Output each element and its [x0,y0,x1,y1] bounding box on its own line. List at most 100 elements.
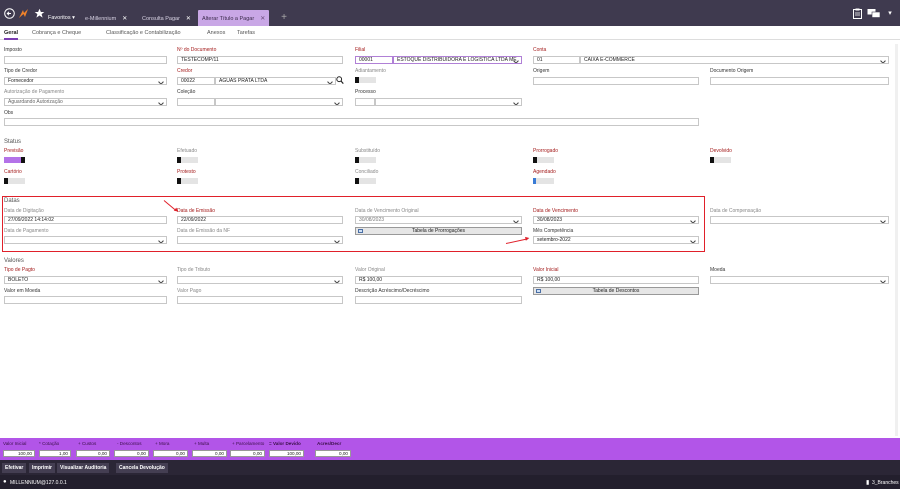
total-label: Acres/Decr [317,441,342,446]
cartorio-label: Cartório [4,169,22,175]
credor-label: Credor [177,68,193,74]
tab-consulta-pagar[interactable]: Consulta Pagar ✕ [138,10,195,26]
efetivar-button[interactable]: Efetivar [2,463,27,473]
total-label: - Descontos [117,441,142,446]
credor-name-select[interactable]: AGUAS PRATA LTDA [215,77,336,85]
emissao-label: Data de Emissão [177,208,216,214]
tab-cobranca[interactable]: Cobrança e Cheque [32,30,81,36]
documento-input[interactable]: TESTECOMP/11 [177,56,343,64]
vencimento-select[interactable]: 30/08/2023 [533,216,699,224]
close-icon[interactable]: ✕ [260,16,265,22]
agendado-toggle[interactable] [533,178,554,184]
tipo-tributo-select[interactable] [177,276,343,284]
vencimento-original-label: Data de Vencimento Original [355,208,419,214]
add-tab-icon[interactable]: + [278,11,290,23]
valor-inicial-input[interactable]: R$ 100,00 [533,276,699,284]
substituido-toggle[interactable] [355,157,376,163]
total-value: 0,00 [153,450,188,457]
vencimento-original-select[interactable]: 30/08/2023 [355,216,522,224]
status-bar: ● MILLENNIUM@127.0.0.1 ▮ 3_Branches [0,475,900,489]
documento-origem-input[interactable] [710,77,889,85]
colecao-select[interactable] [215,98,343,106]
efetuado-toggle[interactable] [177,157,198,163]
total-value[interactable]: 1,00 [39,450,71,457]
total-value: 0,00 [230,450,265,457]
valor-moeda-input[interactable] [4,296,167,304]
tab-alterar-titulo[interactable]: Alterar Título a Pagar ✕ [198,10,270,26]
descontos-button[interactable]: Tabela de Descontos [533,287,699,295]
tab-tarefas[interactable]: Tarefas [237,30,255,36]
autorizacao-select[interactable]: Aguardando Autorização [4,98,167,106]
agendado-label: Agendado [533,169,556,175]
prorrogacoes-button[interactable]: Tabela de Prorrogações [355,227,522,235]
close-icon[interactable]: ✕ [186,16,191,22]
filial-name-select[interactable]: ESTOQUE DISTRIBUIDORA E LOGISTICA LTDA M… [393,56,522,64]
tipo-credor-select[interactable]: Fornecedor [4,77,167,85]
prorrogado-toggle[interactable] [533,157,554,163]
imprimir-button[interactable]: Imprimir [29,463,56,473]
tipo-credor-label: Tipo de Credor [4,68,38,74]
total-label: + Parcelamento [232,441,265,446]
autorizacao-label: Autorização de Pagamento [4,89,65,95]
conta-code-input[interactable]: 01 [533,56,580,64]
favorites-menu[interactable]: Favoritos ▾ [44,10,79,26]
status-section-title: Status [4,139,22,145]
conciliado-toggle[interactable] [355,178,376,184]
adiantamento-toggle[interactable] [355,77,376,83]
compensacao-label: Data de Compensação [710,208,762,214]
tab-anexos[interactable]: Anexos [207,30,225,36]
imposto-input[interactable] [4,56,167,64]
efetuado-label: Efetuado [177,148,198,154]
digitacao-input[interactable]: 27/09/2022 14:14:02 [4,216,167,224]
devolvido-toggle[interactable] [710,157,731,163]
menu-chevron-icon[interactable]: ▾ [884,7,896,19]
emissao-input[interactable]: 22/09/2022 [177,216,343,224]
search-icon[interactable] [336,76,344,87]
cancela-devolucao-button[interactable]: Cancela Devolução [116,463,168,473]
filial-label: Filial [355,47,366,53]
conta-label: Conta [533,47,547,53]
valor-original-input[interactable]: R$ 100,00 [355,276,522,284]
valores-section-title: Valores [4,258,24,264]
moeda-select[interactable] [710,276,889,284]
tab-classificacao[interactable]: Classificação e Contabilização [106,30,181,36]
descricao-acrescimo-input[interactable] [355,296,522,304]
user-icon: ● [3,479,7,485]
tab-geral[interactable]: Geral [4,30,19,40]
origem-input[interactable] [533,77,699,85]
descontos-button-label: Tabela de Descontos [592,288,640,294]
close-icon[interactable]: ✕ [122,16,127,22]
valor-moeda-label: Valor em Moeda [4,288,41,294]
colecao-code-input[interactable] [177,98,215,106]
total-label: + Custos [78,441,97,446]
tipo-pagto-select[interactable]: BOLETO [4,276,167,284]
obs-input[interactable] [4,118,699,126]
pagamento-select[interactable] [4,236,167,244]
chat-icon[interactable] [866,7,882,19]
vertical-scrollbar[interactable] [895,44,898,436]
visualizar-auditoria-button[interactable]: Visualizar Auditoria [57,463,110,473]
processo-label: Processo [355,89,376,95]
conta-name-select[interactable]: CAIXA E-COMMERCE [580,56,889,64]
documento-origem-label: Documento Origem [710,68,754,74]
documento-label: Nº do Documento [177,47,217,53]
back-icon[interactable] [3,7,15,19]
competencia-select[interactable]: setembro-2022 [533,236,699,244]
protesto-toggle[interactable] [177,178,198,184]
tab-e-millennium[interactable]: e-Millennium ✕ [81,10,131,26]
filial-code-input[interactable]: 00001 [355,56,393,64]
cartorio-toggle[interactable] [4,178,25,184]
processo-select[interactable] [375,98,522,106]
calendar-icon [358,229,363,233]
valor-pago-input[interactable] [177,296,343,304]
favorites-label: Favoritos [48,15,71,21]
total-value: 100,00 [269,450,304,457]
emissao-nf-label: Data de Emissão da NF [177,228,231,234]
previsao-toggle[interactable] [4,157,25,163]
clipboard-icon[interactable] [851,7,863,19]
emissao-nf-select[interactable] [177,236,343,244]
obs-label: Obs [4,110,14,116]
processo-code-input[interactable] [355,98,375,106]
credor-code-input[interactable]: 00022 [177,77,215,85]
compensacao-select[interactable] [710,216,889,224]
